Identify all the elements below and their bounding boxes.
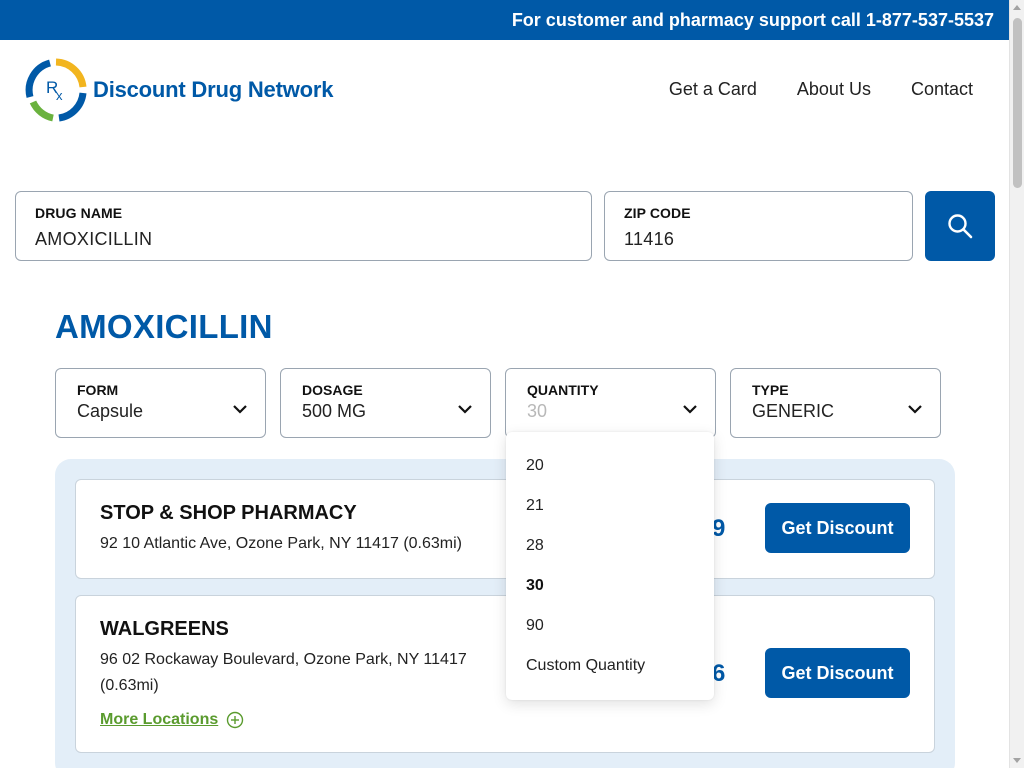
quantity-label: QUANTITY	[527, 382, 599, 398]
pharmacy-address: 92 10 Atlantic Ave, Ozone Park, NY 11417…	[100, 535, 462, 552]
chevron-down-icon	[233, 405, 247, 414]
pharmacy-name: STOP & SHOP PHARMACY	[100, 502, 357, 524]
form-label: FORM	[77, 382, 119, 398]
quantity-option-selected[interactable]: 30	[526, 577, 544, 595]
custom-quantity-option[interactable]: Custom Quantity	[526, 657, 645, 675]
quantity-select[interactable]: QUANTITY 30	[505, 368, 716, 438]
quantity-option[interactable]: 21	[526, 497, 544, 515]
scroll-thumb[interactable]	[1013, 18, 1022, 188]
drug-name-input[interactable]: AMOXICILLIN	[35, 229, 152, 250]
more-locations-label: More Locations	[100, 711, 219, 728]
form-select[interactable]: FORM Capsule	[55, 368, 266, 438]
pharmacy-name: WALGREENS	[100, 618, 229, 640]
rx-logo-icon: R x	[25, 58, 87, 122]
scroll-up-icon[interactable]	[1013, 5, 1021, 10]
dosage-select[interactable]: DOSAGE 500 MG	[280, 368, 491, 438]
quantity-dropdown-menu: 20 21 28 30 90 Custom Quantity	[506, 432, 714, 700]
nav-about-us[interactable]: About Us	[797, 79, 871, 100]
results-panel: STOP & SHOP PHARMACY 92 10 Atlantic Ave,…	[55, 459, 955, 768]
main-nav: Get a Card About Us Contact	[669, 79, 973, 100]
form-value: Capsule	[77, 401, 144, 421]
nav-contact[interactable]: Contact	[911, 79, 973, 100]
plus-circle-icon	[227, 711, 244, 729]
zip-code-input[interactable]: 11416	[624, 229, 674, 250]
dosage-value: 500 MG	[302, 401, 367, 421]
search-icon	[948, 214, 973, 239]
type-value: GENERIC	[752, 401, 835, 421]
get-discount-button[interactable]: Get Discount	[765, 503, 910, 553]
pharmacy-price: 6	[712, 660, 726, 687]
chevron-down-icon	[908, 405, 922, 414]
pharmacy-address: 96 02 Rockaway Boulevard, Ozone Park, NY…	[100, 651, 467, 694]
chevron-down-icon	[458, 405, 472, 414]
search-button[interactable]	[925, 191, 995, 261]
support-bar: For customer and pharmacy support call 1…	[0, 0, 1009, 40]
quantity-option[interactable]: 28	[526, 537, 544, 555]
nav-get-a-card[interactable]: Get a Card	[669, 79, 757, 100]
page-scrollbar[interactable]	[1009, 0, 1024, 768]
type-select[interactable]: TYPE GENERIC	[730, 368, 941, 438]
site-logo[interactable]: R x Discount Drug Network	[25, 57, 333, 123]
logo-monogram-x: x	[56, 88, 63, 103]
drug-name-field[interactable]: DRUG NAME AMOXICILLIN	[15, 191, 592, 261]
get-discount-button[interactable]: Get Discount	[765, 648, 910, 698]
pharmacy-card: WALGREENS 96 02 Rockaway Boulevard, Ozon…	[75, 595, 935, 753]
dosage-label: DOSAGE	[302, 382, 363, 398]
type-label: TYPE	[752, 382, 789, 398]
zip-code-label: ZIP CODE	[624, 205, 691, 221]
quantity-option[interactable]: 20	[526, 457, 544, 475]
quantity-option[interactable]: 90	[526, 617, 544, 635]
logo-text: Discount Drug Network	[93, 77, 334, 102]
support-text: For customer and pharmacy support call 1…	[511, 9, 994, 30]
pharmacy-card: STOP & SHOP PHARMACY 92 10 Atlantic Ave,…	[75, 479, 935, 579]
drug-title: AMOXICILLIN	[55, 308, 273, 345]
zip-code-field[interactable]: ZIP CODE 11416	[604, 191, 913, 261]
more-locations-link[interactable]: More Locations	[100, 711, 244, 729]
quantity-value: 30	[527, 401, 548, 421]
pharmacy-price: 9	[712, 515, 726, 542]
drug-name-label: DRUG NAME	[35, 205, 123, 221]
chevron-down-icon	[683, 405, 697, 414]
scroll-down-icon[interactable]	[1013, 758, 1021, 763]
